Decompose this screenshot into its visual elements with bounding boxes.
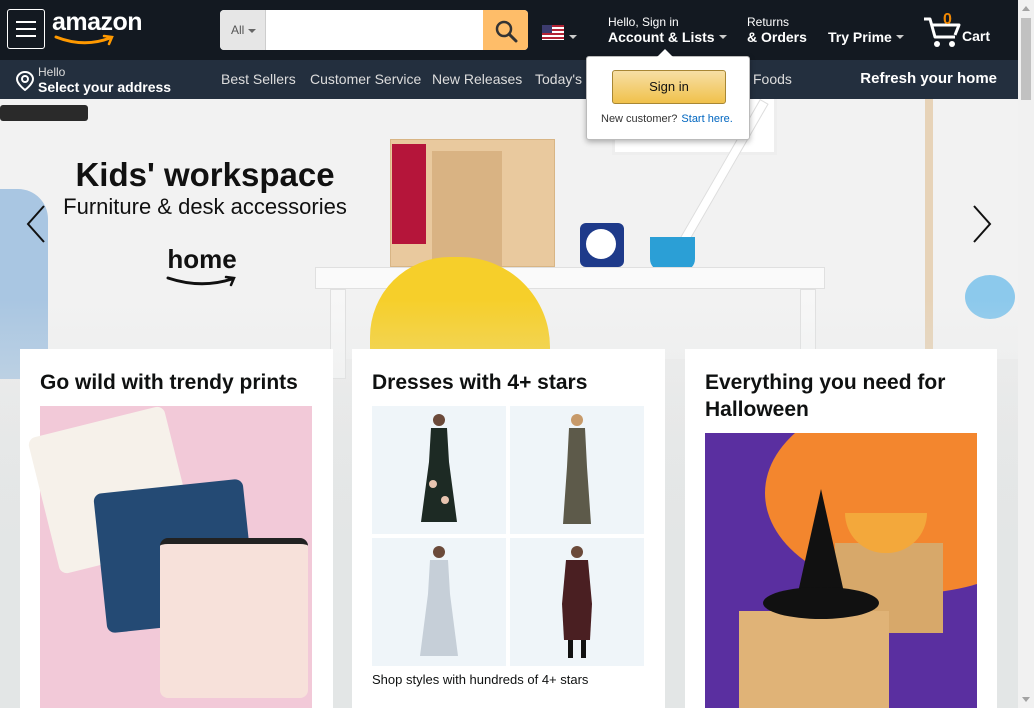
menu-icon-bar [16, 35, 36, 37]
cart-label: Cart [962, 28, 991, 44]
try-prime-label: Try Prime [828, 29, 892, 45]
returns-label: Returns [747, 15, 790, 29]
location-pin-icon [16, 71, 34, 91]
new-customer-text: New customer? [601, 113, 678, 125]
smile-arrow-icon [54, 34, 114, 46]
cart-count: 0 [943, 11, 952, 28]
vertical-scrollbar[interactable] [1018, 0, 1034, 708]
sub-nav: Hello Select your address Best Sellers C… [0, 60, 1018, 99]
carousel-prev-arrow-icon[interactable] [24, 204, 48, 244]
subnav-item-best-sellers[interactable]: Best Sellers [221, 71, 296, 87]
dress-tile[interactable] [510, 538, 644, 666]
shirt-image [160, 538, 308, 698]
amazon-logo[interactable]: amazon [52, 8, 152, 48]
chevron-down-icon [569, 35, 577, 39]
hero-brand: home [167, 244, 237, 274]
account-lists-link[interactable]: Hello, Sign in Account & Lists [608, 15, 715, 45]
wall-hooks-image [0, 105, 88, 121]
flyout-notch [657, 49, 673, 57]
search-department-label: All [231, 23, 245, 37]
scroll-down-arrow-icon[interactable] [1022, 697, 1030, 702]
trendy-prints-image[interactable] [27, 405, 312, 708]
subnav-item-customer-service[interactable]: Customer Service [310, 71, 421, 87]
search-bar: All [220, 10, 528, 50]
menu-button[interactable] [7, 9, 45, 49]
hero-title: Kids' workspace [75, 156, 335, 193]
card-footer-link[interactable]: Shop styles with hundreds of 4+ stars [372, 672, 588, 687]
cart-link[interactable]: 0 Cart [922, 10, 1002, 50]
witch-hat-image [763, 489, 879, 619]
address-greeting: Hello [38, 65, 66, 79]
dress-tile[interactable] [372, 538, 506, 666]
returns-orders-link[interactable]: Returns & Orders [747, 15, 807, 45]
logo-text: amazon [52, 8, 143, 36]
subnav-item-new-releases[interactable]: New Releases [432, 71, 522, 87]
subnav-item-foods[interactable]: Foods [753, 71, 792, 87]
menu-icon-bar [16, 28, 36, 30]
card-dresses: Dresses with 4+ stars Shop styles with h… [352, 349, 665, 708]
dress-image [562, 546, 592, 658]
cart-icon [924, 17, 961, 47]
halloween-image[interactable] [705, 433, 977, 708]
signin-button[interactable]: Sign in [612, 70, 726, 104]
card-trendy-prints: Go wild with trendy prints [20, 349, 333, 708]
search-icon [495, 20, 518, 43]
card-title[interactable]: Go wild with trendy prints [40, 369, 313, 396]
box-image [739, 611, 889, 708]
organizer-shelf-image [432, 151, 502, 267]
try-prime-link[interactable]: Try Prime [828, 29, 892, 45]
signin-flyout: Sign in New customer? Start here. [586, 49, 750, 140]
hero-subtitle: Furniture & desk accessories [63, 194, 347, 219]
top-nav: amazon All Hello, Sign in Account & List… [0, 0, 1018, 60]
new-customer-note: New customer? Start here. [601, 113, 733, 125]
dress-grid [372, 406, 644, 666]
pen-cup-image [650, 237, 695, 271]
clock-image [580, 223, 624, 267]
dress-image [563, 414, 591, 524]
search-input[interactable] [266, 10, 483, 50]
scrollbar-thumb[interactable] [1021, 18, 1031, 100]
chevron-down-icon [896, 35, 904, 39]
smile-arrow-icon [166, 275, 236, 287]
card-title[interactable]: Dresses with 4+ stars [372, 369, 645, 396]
start-here-link[interactable]: Start here. [681, 113, 732, 125]
search-button[interactable] [483, 10, 528, 50]
dress-image [420, 546, 458, 656]
orders-label: & Orders [747, 29, 807, 45]
menu-icon [16, 21, 36, 23]
card-halloween: Everything you need for Halloween [685, 349, 997, 708]
us-flag-icon[interactable] [542, 25, 564, 40]
subnav-promo-link[interactable]: Refresh your home [860, 70, 997, 87]
chevron-down-icon [719, 35, 727, 39]
card-title[interactable]: Everything you need for Halloween [705, 369, 977, 423]
dress-tile[interactable] [510, 406, 644, 534]
scroll-up-arrow-icon[interactable] [1022, 6, 1030, 11]
carousel-next-arrow-icon[interactable] [970, 204, 994, 244]
dress-image [421, 414, 457, 522]
dress-tile[interactable] [372, 406, 506, 534]
chevron-down-icon [248, 28, 257, 33]
address-label: Select your address [38, 79, 172, 95]
account-lists-label: Account & Lists [608, 29, 715, 45]
account-greeting: Hello, Sign in [608, 15, 679, 29]
search-department-select[interactable]: All [220, 10, 266, 50]
